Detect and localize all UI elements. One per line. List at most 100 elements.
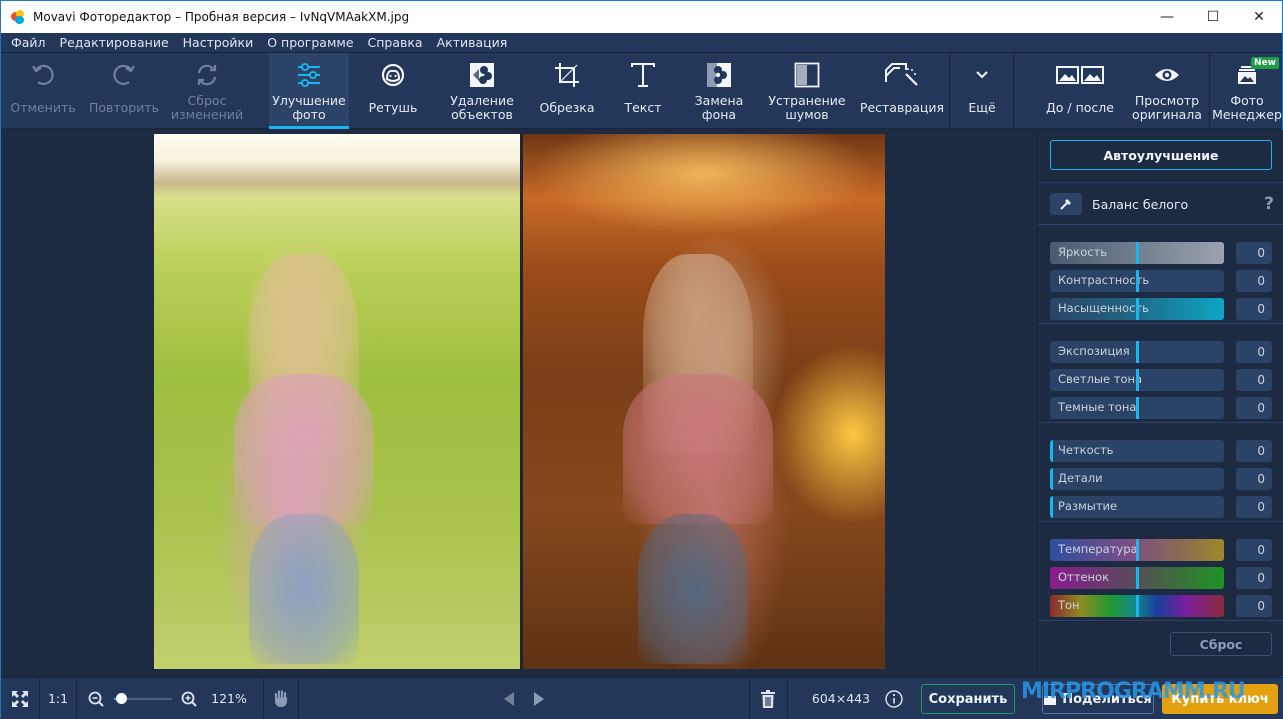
auto-enhance-button[interactable]: Автоулучшение [1050,140,1272,170]
slider-row: Тон 0 [1050,595,1274,617]
enhance-photo-label: Улучшение фото [272,93,346,122]
fit-to-screen-button[interactable] [1,678,39,719]
tab-text[interactable]: Текст [609,53,677,129]
adjustment-slider[interactable]: Яркость [1050,242,1224,264]
maximize-button[interactable]: ☐ [1190,1,1236,33]
tab-restoration[interactable]: Реставрация [857,53,947,129]
slider-row: Яркость 0 [1050,242,1274,264]
slider-row: Контрастность 0 [1050,270,1274,292]
slider-handle[interactable] [1136,397,1139,419]
menu-file[interactable]: Файл [4,35,53,50]
toolbar-separator [1013,53,1014,129]
slider-value-input[interactable]: 0 [1236,440,1272,462]
slider-value-input[interactable]: 0 [1236,397,1272,419]
hand-icon [274,689,287,707]
more-tools-button[interactable]: Ещё [953,53,1011,129]
menu-about[interactable]: О программе [260,35,360,50]
share-icon [1044,696,1057,705]
view-original-button[interactable]: Просмотр оригинала [1129,53,1205,129]
tab-enhance-photo[interactable]: Улучшение фото [269,53,349,129]
slider-value-input[interactable]: 0 [1236,242,1272,264]
tab-denoise[interactable]: Устранение шумов [765,53,849,129]
before-after-button[interactable]: До / после [1037,53,1123,129]
image-canvas[interactable] [1,130,1037,676]
pan-tool-button[interactable] [264,678,298,719]
slider-handle[interactable] [1136,539,1139,561]
adjustment-slider[interactable]: Контрастность [1050,270,1224,292]
slider-value-input[interactable]: 0 [1236,298,1272,320]
tab-retouch[interactable]: Ретушь [357,53,429,129]
slider-value-input[interactable]: 0 [1236,567,1272,589]
actual-size-button[interactable]: 1:1 [40,678,76,719]
slider-row: Светлые тона 0 [1050,369,1274,391]
menu-activation[interactable]: Активация [430,35,515,50]
undo-button[interactable]: Отменить [5,53,81,129]
adjustment-slider[interactable]: Тон [1050,595,1224,617]
slider-handle[interactable] [1136,298,1139,320]
adjustment-slider[interactable]: Светлые тона [1050,369,1224,391]
adjustment-slider[interactable]: Темные тона [1050,397,1224,419]
adjustment-slider[interactable]: Размытие [1050,496,1224,518]
slider-label: Темные тона [1058,400,1137,414]
reset-changes-button[interactable]: Сброс изменений [167,53,247,129]
slider-value-input[interactable]: 0 [1236,468,1272,490]
menu-bar: Файл Редактирование Настройки О программ… [1,33,1282,53]
slider-handle[interactable] [1136,270,1139,292]
zoom-in-icon [181,691,197,707]
buy-key-button[interactable]: Купить ключ [1162,684,1278,714]
adjustment-slider[interactable]: Температура [1050,539,1224,561]
face-icon [381,63,405,87]
adjustment-slider[interactable]: Детали [1050,468,1224,490]
zoom-slider-handle[interactable] [116,693,127,704]
slider-handle[interactable] [1136,595,1139,617]
close-button[interactable]: ✕ [1236,1,1282,33]
slider-handle[interactable] [1136,567,1139,589]
tab-remove-objects[interactable]: Удаление объектов [441,53,523,129]
movavi-logo-icon [11,10,25,24]
adjustment-slider[interactable]: Четкость [1050,440,1224,462]
menu-edit[interactable]: Редактирование [53,35,176,50]
slider-value-input[interactable]: 0 [1236,496,1272,518]
zoom-in-button[interactable] [179,678,199,719]
slider-value-input[interactable]: 0 [1236,369,1272,391]
eyedropper-button[interactable] [1050,193,1082,215]
slider-handle[interactable] [1136,242,1139,264]
zoom-out-button[interactable] [86,678,106,719]
previous-image-button[interactable] [499,678,519,719]
menu-help[interactable]: Справка [361,35,430,50]
next-image-button[interactable] [529,678,549,719]
menu-settings[interactable]: Настройки [176,35,261,50]
slider-handle[interactable] [1050,468,1053,490]
slider-value-input[interactable]: 0 [1236,595,1272,617]
slider-label: Размытие [1058,499,1118,513]
divider [1038,422,1283,423]
slider-handle[interactable] [1050,440,1053,462]
adjustment-slider[interactable]: Оттенок [1050,567,1224,589]
close-icon: ✕ [1253,9,1265,25]
arrow-right-icon [534,691,544,706]
slider-handle[interactable] [1136,341,1139,363]
tab-crop[interactable]: Обрезка [531,53,603,129]
slider-handle[interactable] [1136,369,1139,391]
slider-value-input[interactable]: 0 [1236,539,1272,561]
reset-adjustments-button[interactable]: Сброс [1170,632,1272,656]
adjustment-slider[interactable]: Насыщенность [1050,298,1224,320]
save-button[interactable]: Сохранить [921,684,1015,714]
share-button[interactable]: Поделиться [1042,684,1154,714]
retouch-label: Ретушь [368,100,418,115]
slider-value-input[interactable]: 0 [1236,270,1272,292]
photo-manager-button[interactable]: Фото Менеджер New [1211,53,1283,129]
adjustment-slider[interactable]: Экспозиция [1050,341,1224,363]
delete-button[interactable] [750,678,786,719]
slider-handle[interactable] [1050,496,1053,518]
toolbar-separator [949,53,950,129]
slider-value-input[interactable]: 0 [1236,341,1272,363]
toolbar: Отменить Повторить Сброс изменений Улучш… [1,53,1282,129]
redo-button[interactable]: Повторить [85,53,163,129]
image-info-button[interactable] [883,678,905,719]
help-icon[interactable]: ? [1264,194,1274,214]
tab-replace-background[interactable]: Замена фона [683,53,755,129]
white-balance-row: Баланс белого ? [1050,192,1274,216]
minimize-button[interactable]: — [1144,1,1190,33]
adjustments-panel: Автоулучшение Баланс белого ? Яркость 0 Ко… [1037,130,1283,676]
